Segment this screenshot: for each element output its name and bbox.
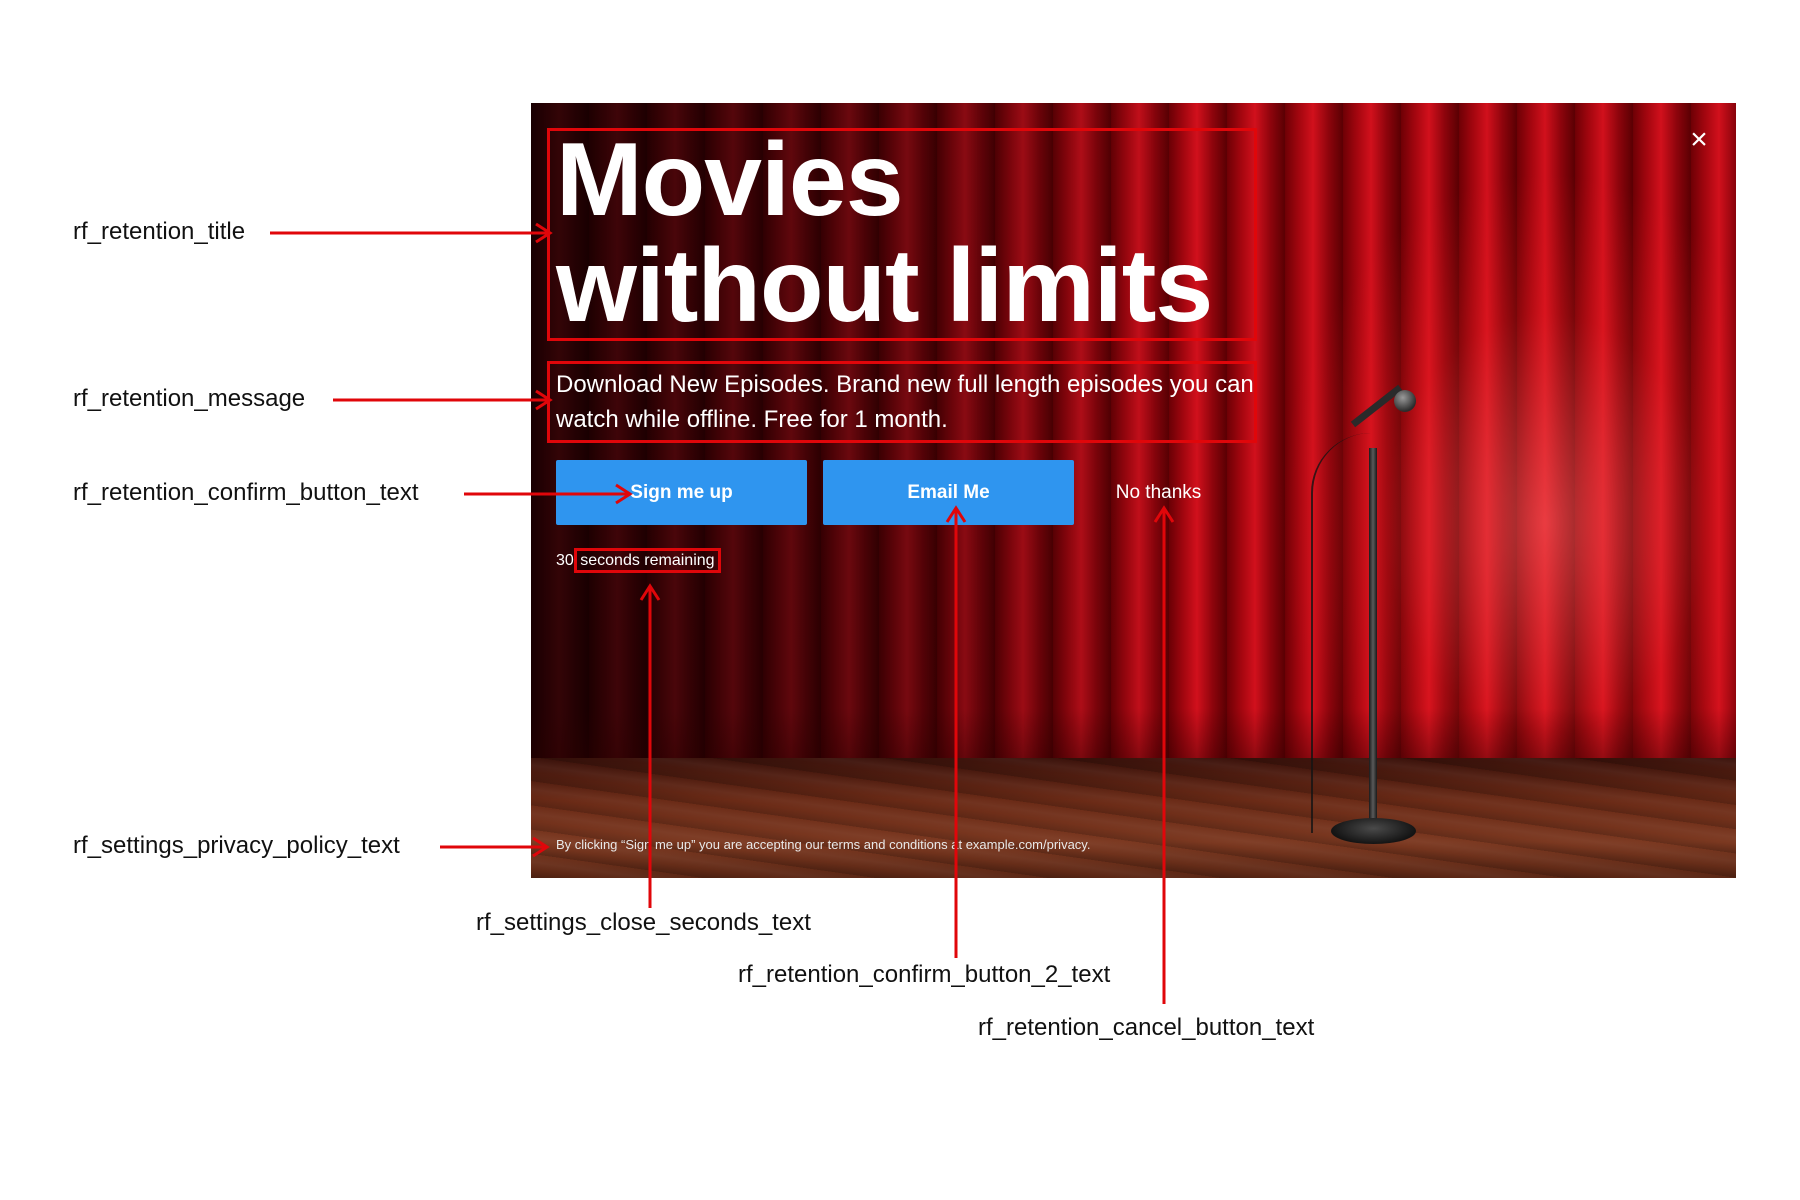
annotation-arrows [270,222,1175,1004]
